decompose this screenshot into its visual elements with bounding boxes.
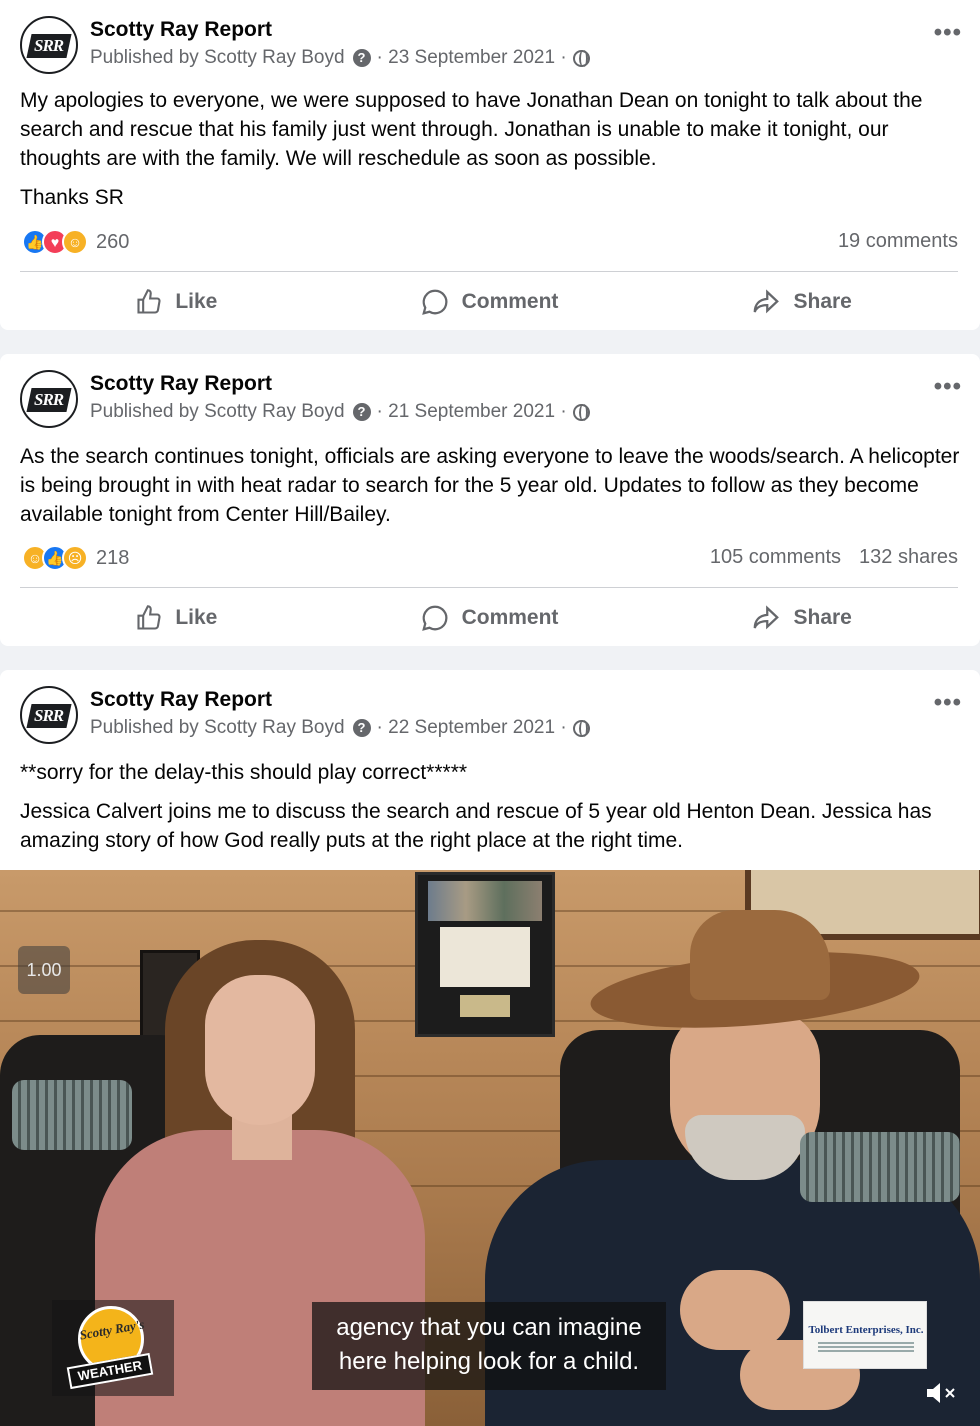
globe-icon xyxy=(572,49,590,67)
avatar-logo-text: SRR xyxy=(34,390,64,409)
share-count[interactable]: 132 shares xyxy=(859,546,958,568)
help-icon[interactable]: ? xyxy=(352,403,371,421)
post-meta: Published by Scotty Ray Boyd ? · 21 Sept… xyxy=(90,401,590,423)
sponsor-name: Tolbert Enterprises, Inc. xyxy=(808,1324,924,1336)
more-options-icon[interactable]: ••• xyxy=(934,21,962,45)
like-label: Like xyxy=(175,606,218,629)
post-paragraph: As the search continues tonight, officia… xyxy=(20,445,960,526)
speaker-muted-icon[interactable] xyxy=(924,1380,964,1410)
post-card: SRR Scotty Ray Report Published by Scott… xyxy=(0,354,980,646)
page-avatar[interactable]: SRR xyxy=(20,370,78,428)
share-button[interactable]: Share xyxy=(645,280,958,324)
avatar-logo-text: SRR xyxy=(34,706,64,725)
page-avatar[interactable]: SRR xyxy=(20,686,78,744)
playback-speed-indicator[interactable]: 1.00 xyxy=(18,946,70,994)
comment-button[interactable]: Comment xyxy=(333,596,646,640)
help-icon[interactable]: ? xyxy=(352,719,371,737)
globe-icon xyxy=(572,403,590,421)
post-card: SRR Scotty Ray Report Published by Scott… xyxy=(0,0,980,330)
page-name[interactable]: Scotty Ray Report xyxy=(90,372,272,396)
post-text: As the search continues tonight, officia… xyxy=(20,442,965,529)
published-by: Published by Scotty Ray Boyd xyxy=(90,717,345,738)
globe-icon xyxy=(572,719,590,737)
post-date[interactable]: · 22 September 2021 · xyxy=(377,717,567,739)
divider xyxy=(20,271,958,272)
post-date[interactable]: · 21 September 2021 · xyxy=(377,401,567,423)
share-button[interactable]: Share xyxy=(645,596,958,640)
video-caption: agency that you can imagine here helping… xyxy=(312,1302,666,1390)
like-label: Like xyxy=(175,290,218,313)
caption-line: agency that you can imagine xyxy=(336,1314,642,1341)
post-header: SRR Scotty Ray Report Published by Scott… xyxy=(20,686,960,744)
post-header: SRR Scotty Ray Report Published by Scott… xyxy=(20,370,960,428)
reaction-count: 260 xyxy=(96,230,130,253)
post-date[interactable]: · 23 September 2021 · xyxy=(377,47,567,69)
published-by: Published by Scotty Ray Boyd xyxy=(90,47,345,68)
post-actions: Like Comment Share xyxy=(20,280,958,324)
cowboy-hat-crown xyxy=(690,910,830,1000)
reaction-summary[interactable]: ☺ 👍 ☹ 218 xyxy=(22,545,129,571)
thumbs-up-icon xyxy=(137,605,161,630)
post-stats: 105 comments 132 shares xyxy=(710,546,958,569)
sponsor-logo: Tolbert Enterprises, Inc. xyxy=(803,1301,927,1369)
comment-icon xyxy=(421,289,447,315)
post-meta: Published by Scotty Ray Boyd ? · 22 Sept… xyxy=(90,717,590,739)
hand xyxy=(680,1270,790,1350)
like-button[interactable]: Like xyxy=(20,596,333,640)
share-icon xyxy=(754,289,780,314)
thumbs-up-icon xyxy=(137,289,161,314)
comment-button[interactable]: Comment xyxy=(333,280,646,324)
like-button[interactable]: Like xyxy=(20,280,333,324)
comment-icon xyxy=(421,605,447,631)
wall-frame xyxy=(415,872,555,1037)
video-player[interactable]: 1.00 Scotty Ray's WEATHER agency that yo… xyxy=(0,870,980,1426)
published-by: Published by Scotty Ray Boyd xyxy=(90,401,345,422)
avatar-logo-text: SRR xyxy=(34,36,64,55)
share-label: Share xyxy=(793,606,852,629)
comment-label: Comment xyxy=(461,290,559,313)
page-name[interactable]: Scotty Ray Report xyxy=(90,18,272,42)
more-options-icon[interactable]: ••• xyxy=(934,691,962,715)
person-woman-face xyxy=(205,975,315,1125)
more-options-icon[interactable]: ••• xyxy=(934,375,962,399)
reaction-summary[interactable]: 👍 ♥ ☺ 260 xyxy=(22,229,129,255)
post-card: SRR Scotty Ray Report Published by Scott… xyxy=(0,670,980,1426)
sad-reaction-icon: ☹ xyxy=(62,545,88,571)
post-meta: Published by Scotty Ray Boyd ? · 23 Sept… xyxy=(90,47,590,69)
weather-logo: Scotty Ray's WEATHER xyxy=(52,1300,174,1396)
microphone xyxy=(800,1132,960,1202)
post-text: My apologies to everyone, we were suppos… xyxy=(20,86,965,212)
help-icon[interactable]: ? xyxy=(352,49,371,67)
comment-label: Comment xyxy=(461,606,559,629)
post-paragraph: Thanks SR xyxy=(20,186,124,209)
page-name[interactable]: Scotty Ray Report xyxy=(90,688,272,712)
post-paragraph: My apologies to everyone, we were suppos… xyxy=(20,89,923,170)
post-actions: Like Comment Share xyxy=(20,596,958,640)
comment-count[interactable]: 105 comments xyxy=(710,546,841,568)
divider xyxy=(20,587,958,588)
post-text: **sorry for the delay-this should play c… xyxy=(20,758,965,855)
care-reaction-icon: ☺ xyxy=(62,229,88,255)
post-paragraph: **sorry for the delay-this should play c… xyxy=(20,761,468,784)
share-icon xyxy=(754,605,780,630)
post-header: SRR Scotty Ray Report Published by Scott… xyxy=(20,16,960,74)
caption-line: here helping look for a child. xyxy=(338,1348,640,1375)
page-avatar[interactable]: SRR xyxy=(20,16,78,74)
comment-count[interactable]: 19 comments xyxy=(838,230,958,252)
reaction-count: 218 xyxy=(96,546,130,569)
microphone xyxy=(12,1080,132,1150)
post-stats: 19 comments xyxy=(838,230,958,253)
share-label: Share xyxy=(793,290,852,313)
post-paragraph: Jessica Calvert joins me to discuss the … xyxy=(20,800,932,852)
